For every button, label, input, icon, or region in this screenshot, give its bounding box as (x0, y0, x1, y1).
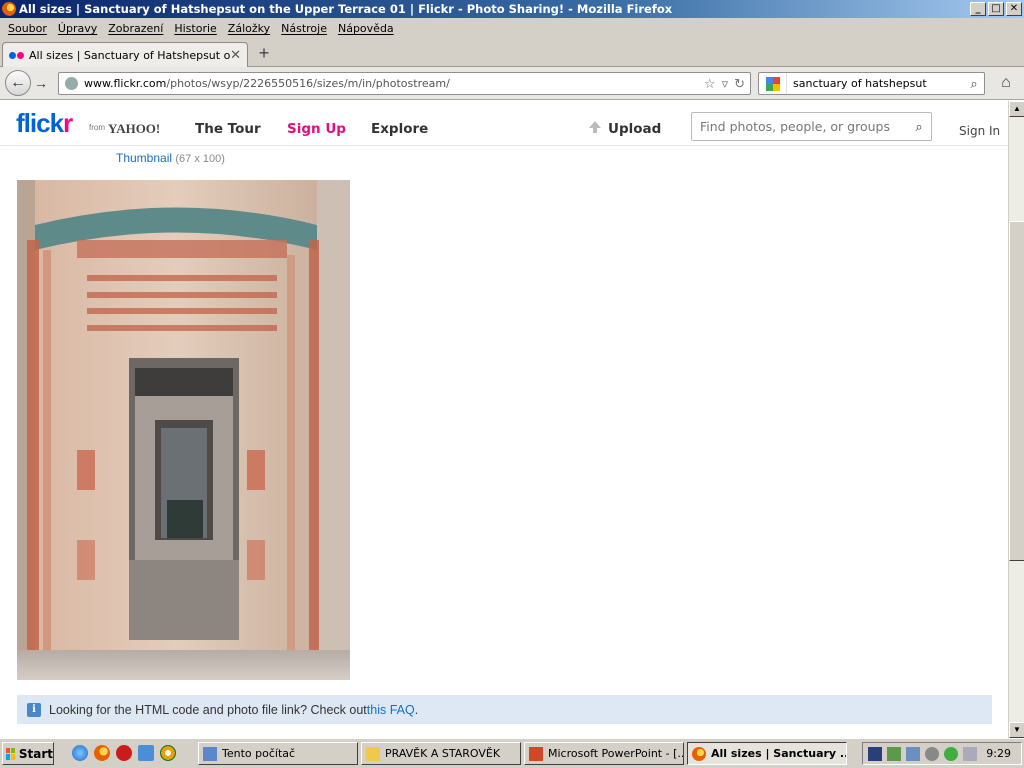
maximize-button[interactable]: □ (988, 2, 1004, 16)
tray-cs-icon[interactable] (868, 746, 882, 761)
flickr-search-box: ⌕ (691, 112, 932, 141)
logo-from-text: from (89, 123, 105, 132)
window-controls: _ □ ✕ (970, 2, 1022, 16)
scroll-down-button[interactable]: ▼ (1009, 722, 1024, 738)
window-title-bar[interactable]: All sizes | Sanctuary of Hatshepsut on t… (0, 0, 1024, 18)
tab-flickr[interactable]: All sizes | Sanctuary of Hatshepsut on t… (2, 42, 248, 67)
explorer-icon[interactable] (138, 745, 154, 761)
url-bar[interactable]: www.flickr.com/photos/wsyp/2226550516/si… (58, 72, 751, 95)
menu-zobrazeni[interactable]: Zobrazení (104, 22, 170, 35)
task-tento-pocitac[interactable]: Tento počítač (198, 742, 358, 765)
info-icon: i (27, 702, 41, 717)
folder-icon (366, 746, 380, 761)
url-icons: ☆ ▿ ↻ (704, 76, 745, 92)
menu-upravy[interactable]: Úpravy (54, 22, 104, 35)
menu-napoveda[interactable]: Nápověda (334, 22, 401, 35)
faq-link[interactable]: this FAQ (367, 703, 415, 717)
site-identity-icon[interactable] (65, 77, 78, 90)
system-tray: 9:29 (862, 742, 1022, 765)
tray-sound-icon[interactable] (925, 746, 939, 761)
faq-text: Looking for the HTML code and photo file… (49, 702, 367, 717)
bookmark-star-icon[interactable]: ☆ (704, 76, 716, 92)
menu-nastroje[interactable]: Nástroje (277, 22, 334, 35)
size-options: Thumbnail (67 x 100) (116, 151, 225, 165)
nav-upload[interactable]: Upload (608, 121, 661, 137)
tray-display-icon[interactable] (906, 746, 920, 761)
reload-icon[interactable]: ↻ (734, 76, 745, 92)
faq-notice: i Looking for the HTML code and photo fi… (17, 695, 992, 724)
search-engine-selector[interactable] (759, 73, 787, 94)
forward-button[interactable]: → (34, 74, 52, 92)
tab-close-icon[interactable]: ✕ (230, 48, 241, 63)
scroll-thumb[interactable] (1009, 221, 1024, 561)
start-button[interactable]: Start (2, 742, 54, 765)
powerpoint-icon (529, 746, 543, 761)
tray-network-icon[interactable] (887, 746, 901, 761)
firefox-quicklaunch-icon[interactable] (94, 745, 110, 761)
faq-end: . (414, 702, 419, 717)
menu-historie[interactable]: Historie (170, 22, 223, 35)
close-button[interactable]: ✕ (1006, 2, 1022, 16)
yahoo-logo: YAHOO! (108, 121, 161, 136)
upload-arrow-icon (589, 121, 601, 133)
flickr-search-input[interactable] (692, 119, 907, 134)
taskbar: Start Tento počítač PRAVĚK A STAROVĚK Mi… (0, 738, 1024, 768)
browser-search-bar: ⌕ (758, 72, 985, 95)
flickr-search-icon[interactable]: ⌕ (907, 119, 931, 135)
browser-search-input[interactable] (787, 77, 964, 90)
clock: 9:29 (986, 747, 1011, 760)
thumbnail-dimensions: (67 x 100) (175, 153, 225, 165)
menu-bar: Soubor Úpravy Zobrazení Historie Záložky… (0, 18, 1024, 39)
opera-icon[interactable] (116, 745, 132, 761)
google-icon (765, 76, 780, 91)
nav-sign-up[interactable]: Sign Up (287, 121, 346, 137)
media-player-icon[interactable] (160, 745, 176, 761)
main-photo[interactable] (17, 180, 350, 680)
home-button[interactable]: ⌂ (996, 74, 1016, 92)
navigation-bar: ← → www.flickr.com/photos/wsyp/222655051… (0, 67, 1024, 100)
firefox-task-icon (692, 746, 706, 761)
windows-logo-icon (6, 747, 15, 760)
nav-explore[interactable]: Explore (371, 121, 428, 137)
ie-icon[interactable] (72, 745, 88, 761)
tab-label: All sizes | Sanctuary of Hatshepsut on t… (29, 48, 231, 62)
task-pravek[interactable]: PRAVĚK A STAROVĚK (361, 742, 521, 765)
tray-battery-icon[interactable] (963, 746, 977, 761)
firefox-icon (2, 2, 16, 16)
new-tab-button[interactable]: + (252, 44, 276, 64)
sign-in-link[interactable]: Sign In (959, 124, 1000, 138)
task-powerpoint[interactable]: Microsoft PowerPoint - [... (524, 742, 684, 765)
nav-the-tour[interactable]: The Tour (195, 121, 261, 137)
history-dropdown-icon[interactable]: ▿ (722, 76, 729, 92)
tab-strip: All sizes | Sanctuary of Hatshepsut on t… (0, 39, 1024, 67)
url-host: www.flickr.com (84, 77, 167, 90)
back-button[interactable]: ← (5, 70, 31, 96)
page-content: flickr from YAHOO! The Tour Sign Up Expl… (0, 101, 1008, 738)
computer-icon (203, 746, 217, 761)
url-text[interactable]: www.flickr.com/photos/wsyp/2226550516/si… (84, 77, 704, 90)
tray-status-icon[interactable] (944, 746, 958, 761)
task-firefox[interactable]: All sizes | Sanctuary ... (687, 742, 847, 765)
vertical-scrollbar[interactable]: ▲ ▼ (1008, 101, 1024, 738)
menu-zalozky[interactable]: Záložky (224, 22, 277, 35)
url-path: /photos/wsyp/2226550516/sizes/m/in/photo… (166, 77, 450, 90)
flickr-header: flickr from YAHOO! The Tour Sign Up Expl… (0, 101, 1008, 146)
menu-soubor[interactable]: Soubor (4, 22, 54, 35)
window-title: All sizes | Sanctuary of Hatshepsut on t… (19, 2, 673, 16)
flickr-favicon-icon (9, 51, 25, 59)
flickr-logo[interactable]: flickr (16, 108, 73, 139)
minimize-button[interactable]: _ (970, 2, 986, 16)
start-label: Start (18, 746, 53, 761)
scroll-up-button[interactable]: ▲ (1009, 101, 1024, 117)
thumbnail-link[interactable]: Thumbnail (116, 151, 172, 165)
search-icon[interactable]: ⌕ (964, 76, 984, 92)
